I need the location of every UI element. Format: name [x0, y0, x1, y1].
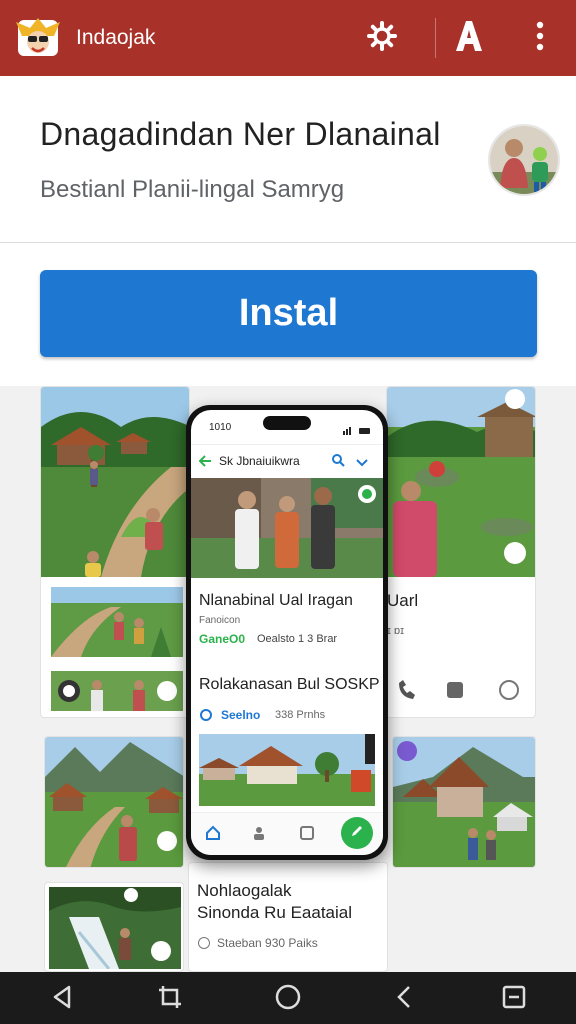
action-icons-row [395, 677, 525, 703]
village-garden-photo [387, 387, 535, 577]
screenshot-card-left-bottom[interactable] [44, 736, 184, 868]
app-bar-divider [435, 18, 436, 58]
compose-fab[interactable] [341, 817, 373, 849]
home-tab-icon[interactable] [205, 825, 221, 846]
app-title: Dnagadindan Ner Dlanainal [40, 116, 441, 152]
settings-icon [366, 20, 398, 57]
text-style-button[interactable] [445, 14, 493, 62]
screenshot-bottom-meta: Staeban 930 Paiks [217, 936, 318, 950]
phone-screen: 1010 Sk Jbnaiuikwra Nlanabinal Ual Iraga… [191, 410, 383, 855]
pencil-icon [350, 824, 364, 843]
screenshot-icon [157, 984, 183, 1015]
app-bar: Indaojak [0, 0, 576, 76]
clock-icon [198, 937, 210, 949]
developer-avatar[interactable] [488, 124, 560, 196]
thumbnail-photo-2 [51, 671, 183, 711]
tag-icon [200, 709, 212, 721]
phone-item2-title: Rolakanasan Bul SOSKP [199, 676, 380, 693]
settings-button[interactable] [358, 14, 406, 62]
phone-item2-tag: Seelno [221, 708, 261, 722]
app-name: Indaojak [76, 26, 156, 49]
home-circle-icon [274, 983, 302, 1016]
profile-tab-icon[interactable] [251, 825, 267, 846]
screenshot-card-right-top[interactable]: Uarl ɪ ɒɪ [386, 386, 536, 718]
screenshot-bottom-line1: Nohlaogalak [197, 881, 292, 900]
waterfall-photo [49, 887, 181, 969]
mountain-village-photo [45, 737, 183, 867]
phone-item1-sub: Fanoicon [199, 615, 241, 626]
back-arrow-icon[interactable] [198, 454, 213, 473]
recents-square-icon [501, 984, 527, 1015]
overflow-menu-icon [535, 21, 545, 56]
bookmark-tab-icon[interactable] [299, 825, 315, 846]
village-photo [41, 387, 189, 577]
phone-notch [263, 416, 311, 430]
chevron-down-icon[interactable] [355, 455, 369, 473]
phone-mockup: 1010 Sk Jbnaiuikwra Nlanabinal Ual Iraga… [186, 405, 388, 860]
install-button[interactable]: Instal [40, 270, 537, 357]
recents-button[interactable] [496, 982, 532, 1016]
screenshot-card-text-bottom[interactable]: Nohlaogalak Sinonda Ru Eaataial Staeban … [188, 862, 388, 972]
phone-item1-title: Nlanabinal Ual Iragan [199, 592, 353, 609]
app-logo-icon[interactable] [14, 14, 62, 60]
header-divider [0, 242, 576, 243]
text-style-icon [452, 19, 486, 58]
group-photo [191, 478, 383, 578]
phone-village-photo [199, 734, 375, 806]
screenshot-button[interactable] [152, 982, 188, 1016]
status-icons [343, 422, 371, 435]
screenshot-right-meta: ɪ ɒɪ [387, 625, 405, 637]
screenshot-bottom-line2: Sinonda Ru Eaataial [197, 903, 353, 922]
back-chevron-icon [395, 984, 413, 1015]
app-subtitle: Bestianl Planii-lingal Samryg [40, 176, 345, 203]
screenshot-card-left-bottom-2[interactable] [44, 882, 184, 972]
back-triangle-icon [51, 985, 73, 1014]
home-button[interactable] [270, 982, 306, 1016]
back-button[interactable] [44, 982, 80, 1016]
phone-item1-tag: GaneO0 [199, 632, 246, 646]
system-nav-bar [0, 972, 576, 1024]
search-icon[interactable] [331, 453, 345, 472]
phone-item2-meta: 338 Prnhs [275, 709, 326, 721]
overflow-menu-button[interactable] [516, 14, 564, 62]
phone-item1-meta: Oealsto 1 3 Brar [257, 633, 338, 645]
phone-bottom-nav [191, 812, 383, 855]
back-chevron-button[interactable] [386, 982, 422, 1016]
thumbnail-photo-1 [51, 587, 183, 657]
phone-status-time: 1010 [209, 422, 232, 433]
phone-search-title: Sk Jbnaiuikwra [219, 454, 300, 468]
screenshot-right-text: Uarl [387, 591, 419, 610]
screenshot-card-left-top[interactable] [40, 386, 190, 718]
screenshot-card-right-bottom[interactable] [392, 736, 536, 868]
traditional-house-photo [393, 737, 535, 867]
